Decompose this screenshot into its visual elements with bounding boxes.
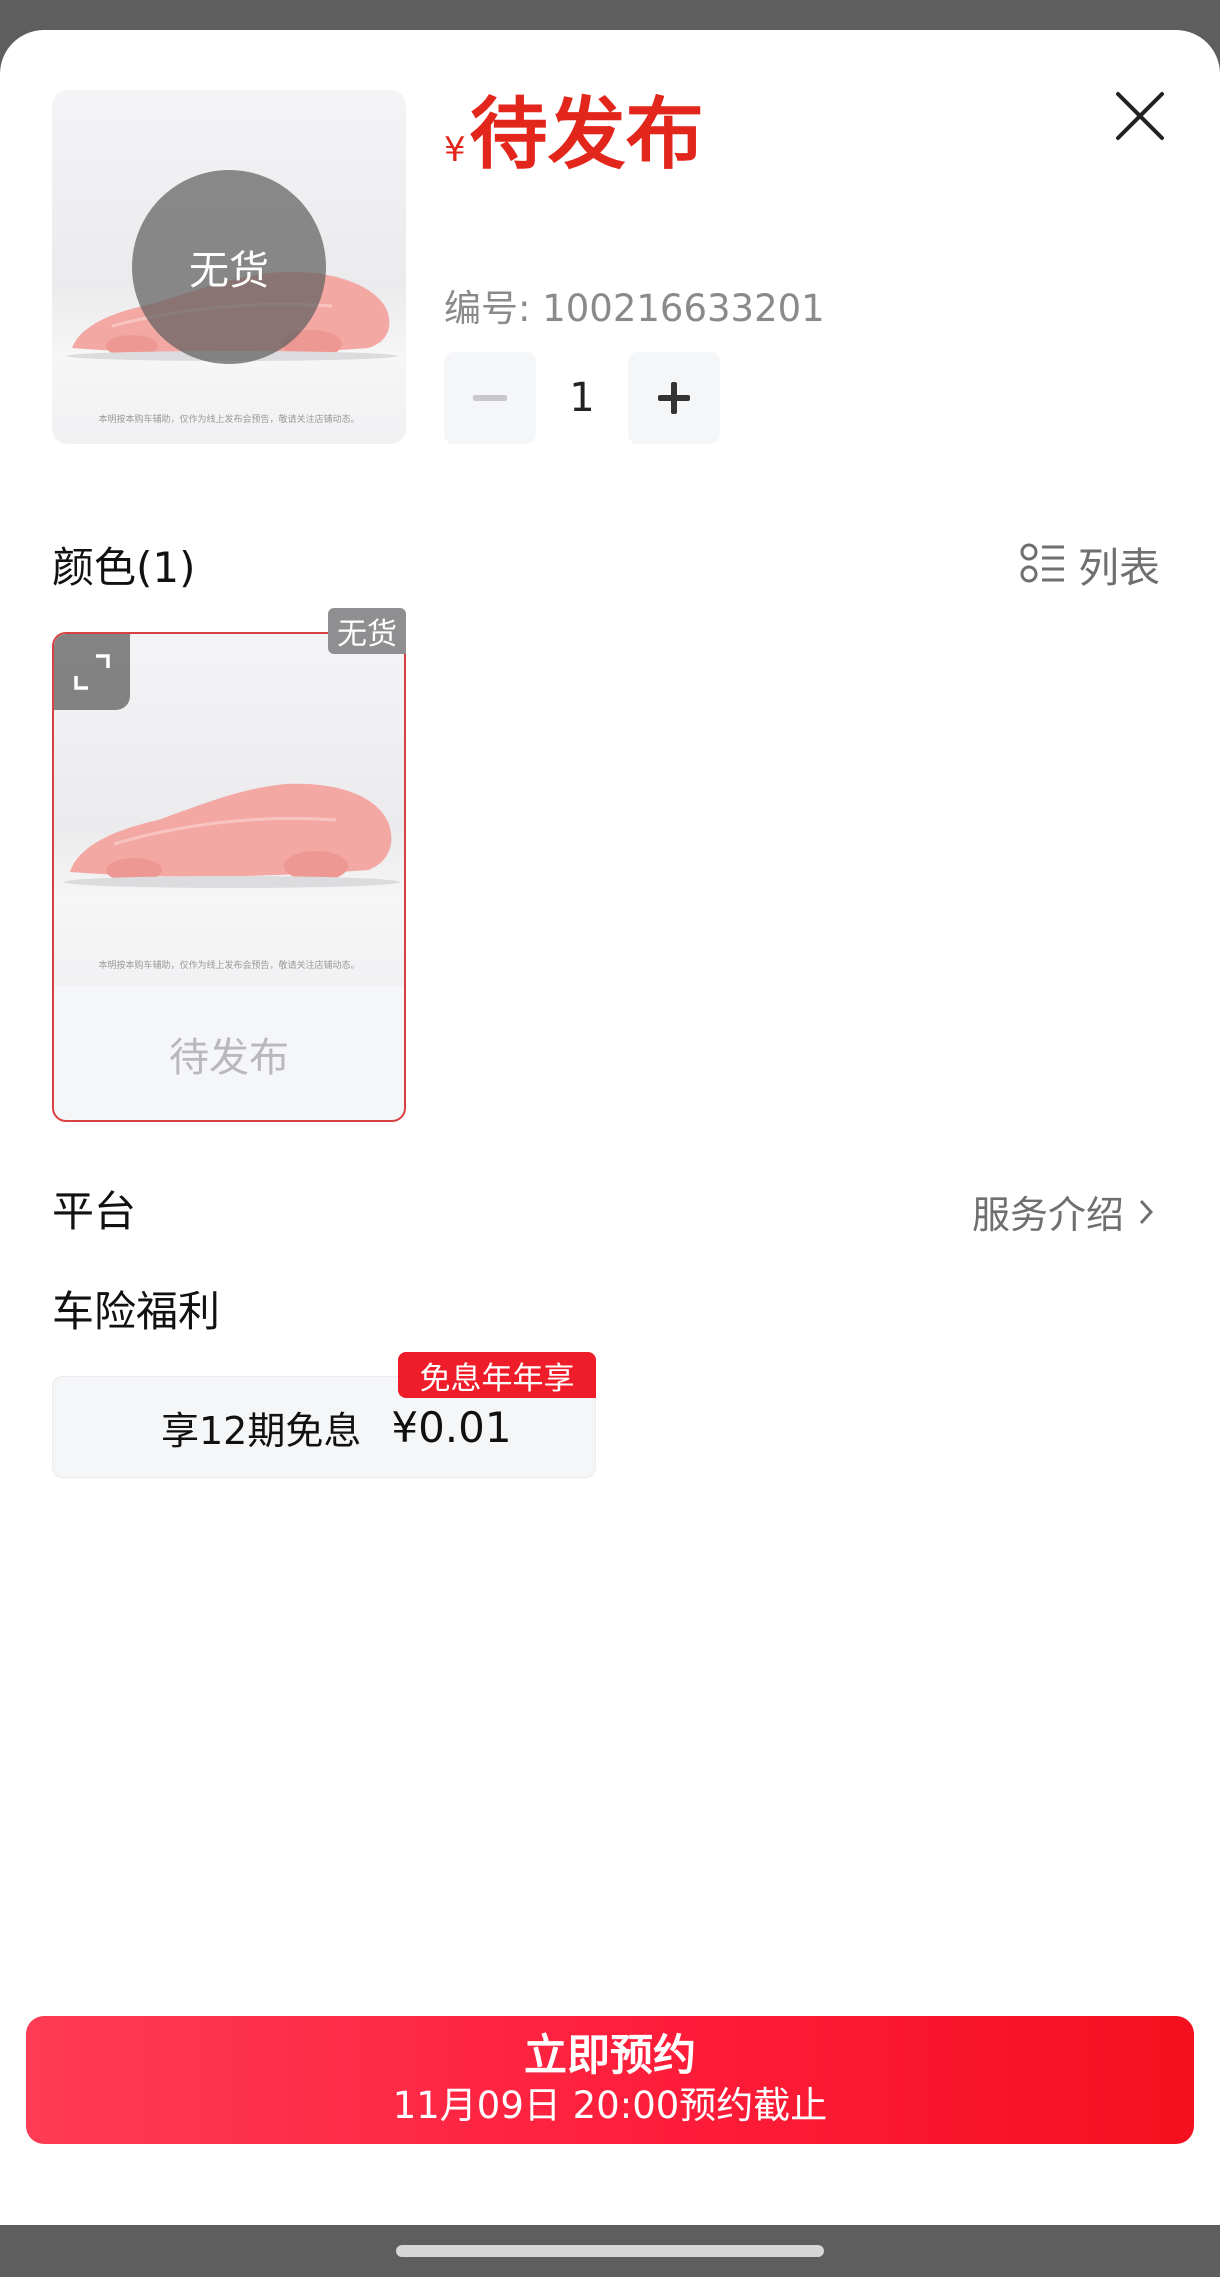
close-icon: [1116, 92, 1164, 140]
product-thumbnail: 本明按本购车辅助，仅作为线上发布会预告，敬请关注店铺动态。 无货: [52, 90, 406, 444]
color-option-card[interactable]: 本明按本购车辅助，仅作为线上发布会预告，敬请关注店铺动态。 待发布: [52, 632, 406, 1122]
list-toggle-label: 列表: [1078, 544, 1160, 592]
expand-icon: [74, 654, 110, 690]
sku-number: 编号: 100216633201: [444, 287, 825, 330]
benefit-price: ¥0.01: [391, 1402, 512, 1452]
list-view-toggle[interactable]: 列表: [1020, 534, 1160, 594]
expand-image-button[interactable]: [54, 634, 130, 710]
reserve-now-label: 立即预约: [524, 2031, 696, 2082]
service-intro-link[interactable]: 服务介绍: [972, 1184, 1154, 1239]
price-value: 待发布: [469, 90, 704, 180]
increase-quantity-button[interactable]: [628, 352, 720, 444]
currency-symbol: ¥: [444, 130, 466, 170]
list-icon: [1020, 543, 1064, 583]
quantity-value[interactable]: 1: [536, 352, 628, 444]
out-of-stock-badge: 无货: [328, 608, 406, 654]
plus-icon: [658, 382, 690, 414]
status-bar: [0, 0, 1220, 30]
reservation-deadline: 11月09日 20:00预约截止: [392, 2083, 828, 2127]
home-indicator[interactable]: [396, 2245, 824, 2257]
service-intro-label: 服务介绍: [972, 1193, 1125, 1237]
price: ¥ 待发布: [444, 96, 704, 174]
close-button[interactable]: [1112, 88, 1168, 144]
minus-icon: [473, 395, 507, 401]
reserve-now-button[interactable]: 立即预约 11月09日 20:00预约截止: [26, 2016, 1194, 2144]
system-navigation-bar: [0, 2225, 1220, 2277]
color-option-disclaimer: 本明按本购车辅助，仅作为线上发布会预告，敬请关注店铺动态。: [98, 961, 360, 971]
thumbnail-disclaimer: 本明按本购车辅助，仅作为线上发布会预告，敬请关注店铺动态。: [98, 415, 360, 425]
chevron-right-icon: [1139, 1199, 1154, 1224]
covered-car-image: [64, 783, 400, 888]
decrease-quantity-button[interactable]: [444, 352, 536, 444]
platform-section-title: 平台: [52, 1187, 137, 1236]
out-of-stock-overlay: 无货: [132, 170, 326, 364]
benefit-text: 享12期免息: [161, 1408, 362, 1453]
color-section-title: 颜色(1): [52, 543, 196, 592]
interest-free-badge: 免息年年享: [398, 1352, 596, 1398]
insurance-section-title: 车险福利: [52, 1287, 221, 1336]
color-option-name: 待发布: [169, 1035, 289, 1081]
